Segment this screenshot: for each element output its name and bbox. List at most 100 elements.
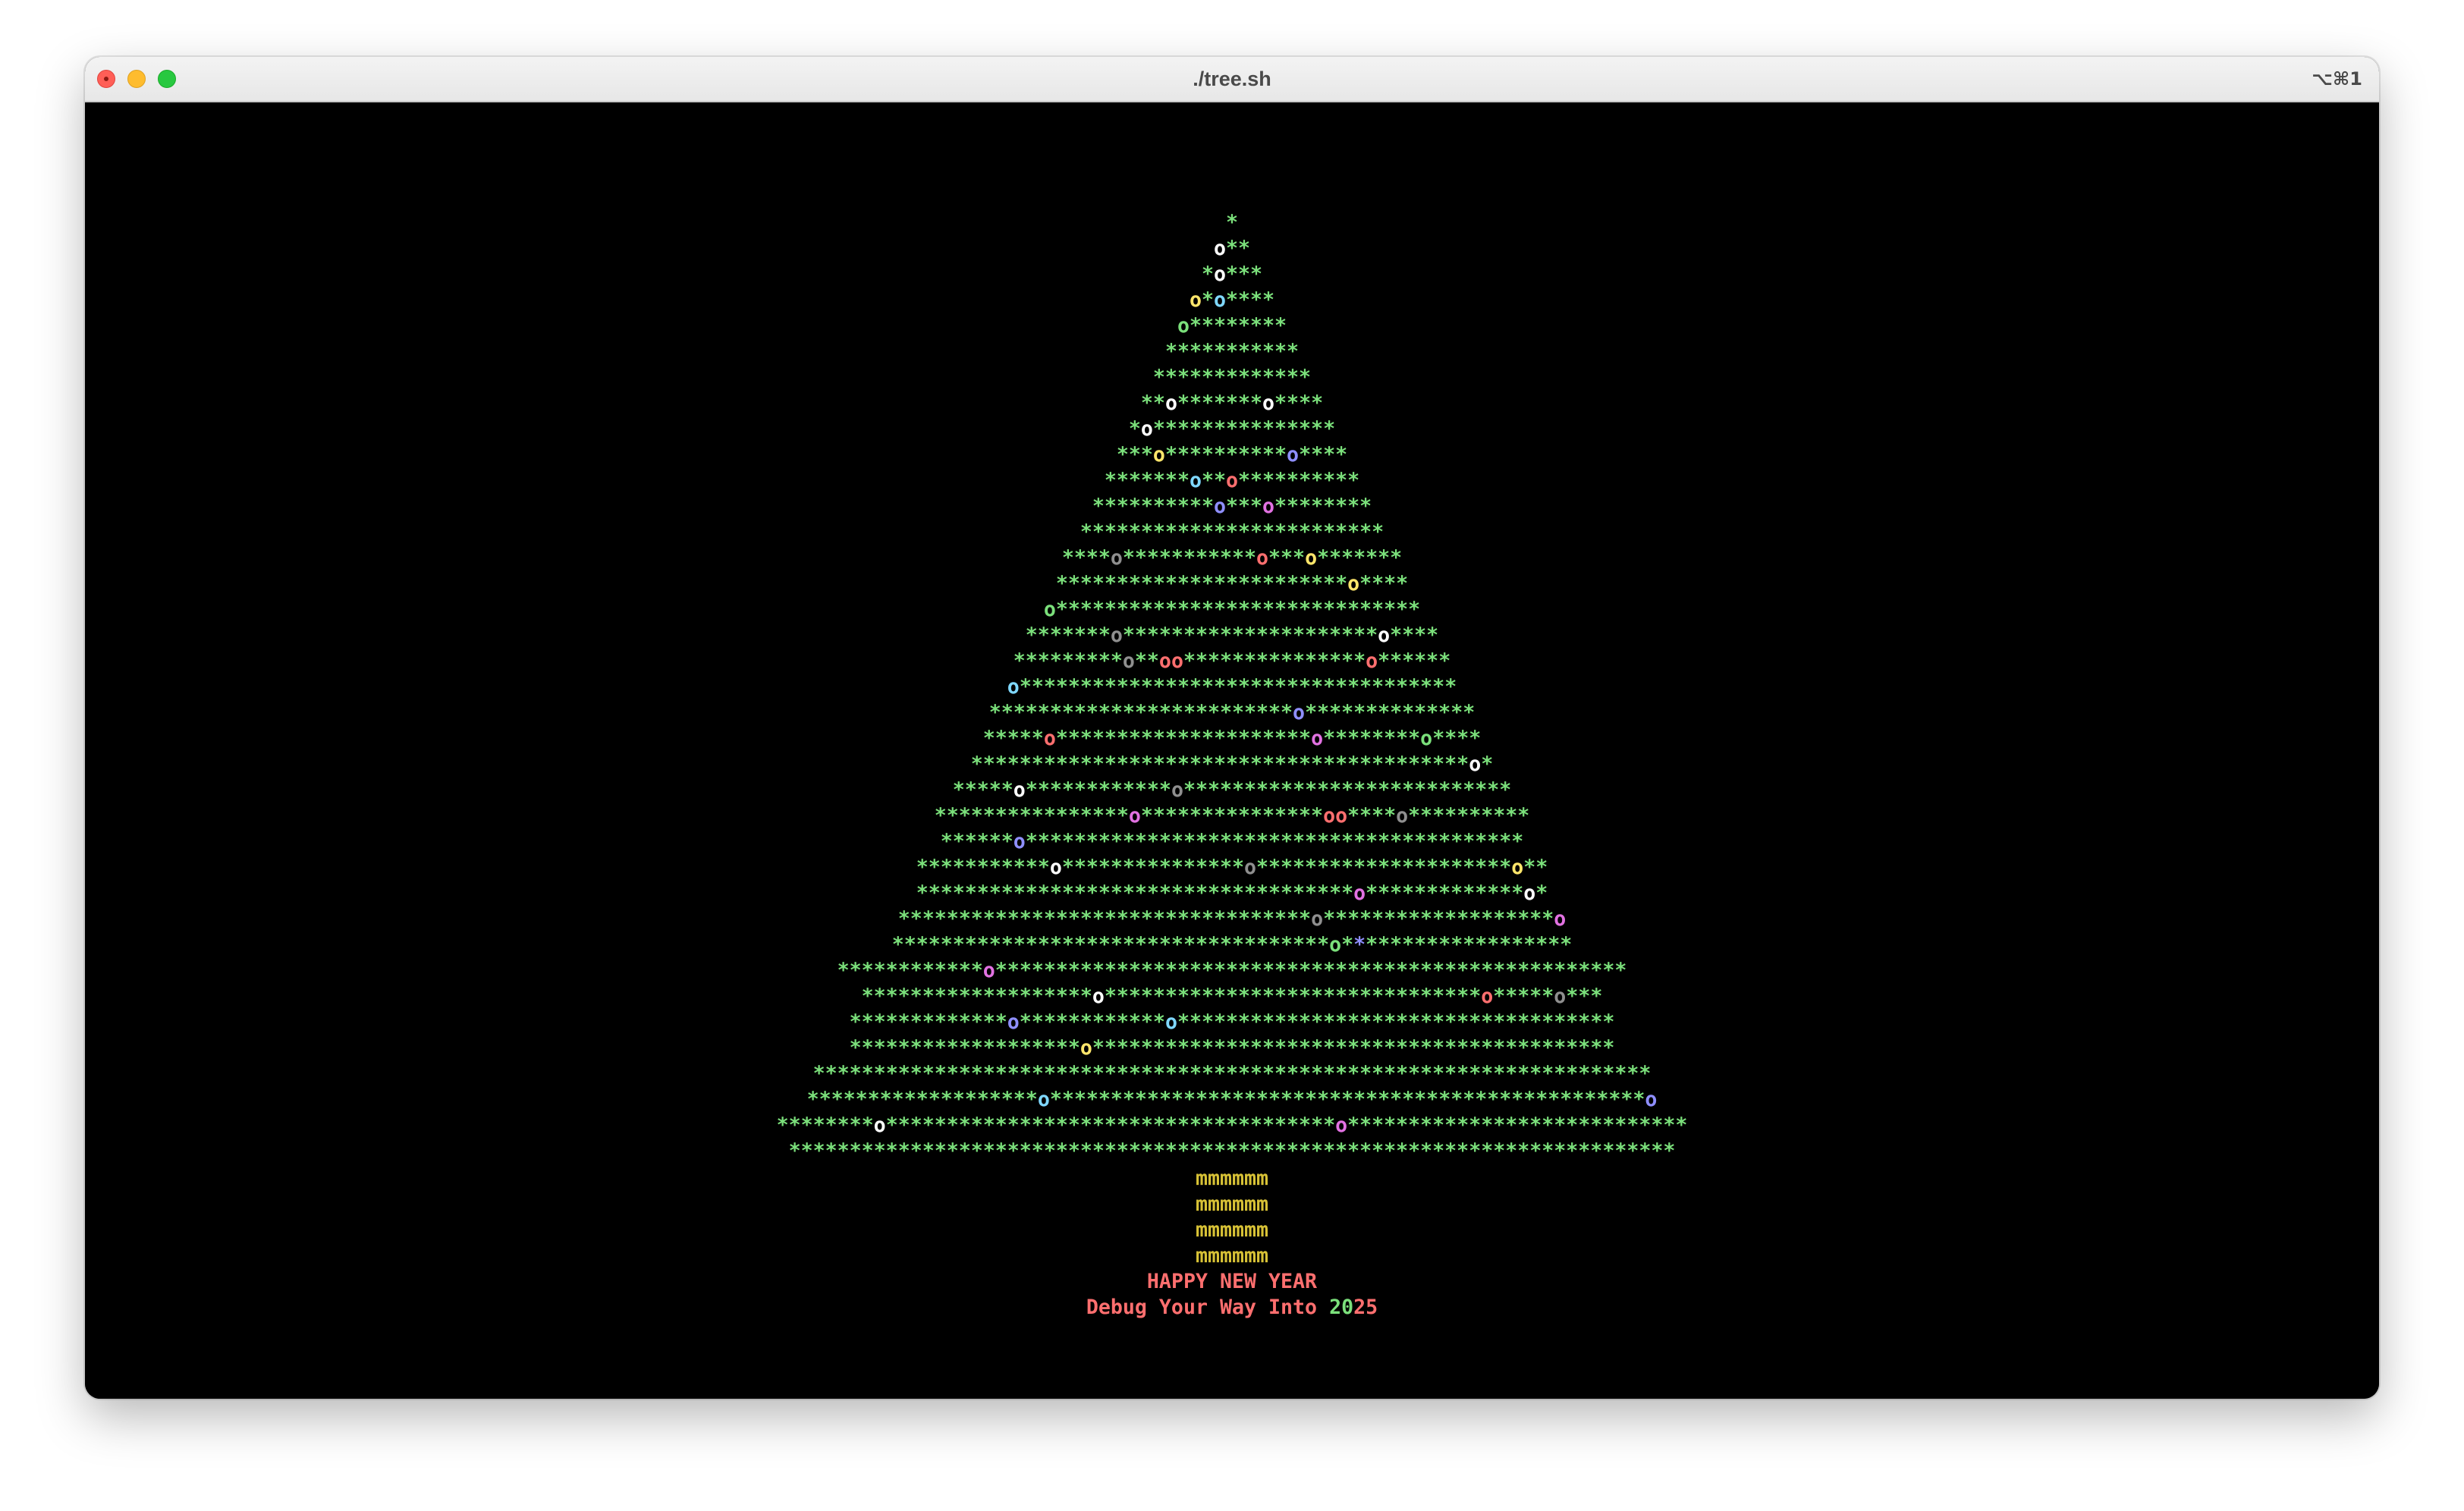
- tree-branch: ***: [1225, 262, 1263, 286]
- tree-row: *****o*********************o********o***…: [85, 726, 2379, 752]
- tree-branch: ***: [1225, 495, 1263, 518]
- tree-branch: ***: [1566, 985, 1603, 1008]
- tree-row: *: [85, 210, 2379, 236]
- tree-row: ****************************************…: [85, 1061, 2379, 1087]
- tree-row: *************************: [85, 520, 2379, 545]
- tree-branch: *******************: [849, 1036, 1080, 1060]
- tree-branch: ****: [1274, 391, 1324, 415]
- tree-ornament: o: [1511, 856, 1524, 879]
- tree-branch: **: [1134, 649, 1159, 673]
- tree-ornament: o: [1293, 701, 1306, 724]
- tree-branch: ********: [1323, 727, 1421, 750]
- tree-branch: **: [1225, 237, 1251, 260]
- tree-row: ************************************o***…: [85, 881, 2379, 906]
- tree-ornament: o: [1213, 495, 1226, 518]
- tree-branch: ********: [776, 1114, 874, 1137]
- tree-trunk-line: mmmmmm: [1195, 1218, 1269, 1242]
- tree-ornament: *: [1353, 933, 1366, 957]
- tree-row: ************************************o***…: [85, 932, 2379, 958]
- tree-ornament: o: [1347, 572, 1360, 595]
- tree-branch: ***********: [916, 856, 1050, 879]
- tree-row: ****************************************…: [85, 752, 2379, 777]
- tree-branch: ******************************: [1055, 598, 1421, 621]
- tree-row: *******************o********************…: [85, 984, 2379, 1010]
- tree-ornament: o: [1177, 314, 1190, 338]
- tree-branch: ****: [1061, 546, 1111, 570]
- tree-branch: ****************************************…: [1092, 1036, 1615, 1060]
- tree-branch: ***************: [1140, 804, 1324, 828]
- tree-ornament: o: [1122, 649, 1135, 673]
- tree-branch: *******: [1177, 391, 1263, 415]
- tree-branch: ************************************o*: [891, 933, 1354, 957]
- tree-ornament: o: [1128, 804, 1141, 828]
- tree-branch: *******************: [1323, 907, 1554, 931]
- tree-branch: **********: [1092, 495, 1214, 518]
- tree-ornament: o: [982, 959, 995, 982]
- tree-branch: **********: [1408, 804, 1530, 828]
- tree-branch: *: [1225, 211, 1238, 234]
- tree-ornament: o: [1013, 778, 1026, 802]
- happy-new-year-message: HAPPY NEW YEAR: [1146, 1270, 1318, 1293]
- tree-ornament: o: [1158, 649, 1171, 673]
- tree-ornament: o: [1323, 804, 1336, 828]
- tree-ornament: o: [1213, 262, 1226, 286]
- tree-branch: ****************************: [1347, 1114, 1688, 1137]
- tree-branch: *************************************: [885, 1114, 1336, 1137]
- tree-row: ***********: [85, 339, 2379, 365]
- tree-ornament: o: [1092, 985, 1105, 1008]
- tree-branch: *************: [1366, 881, 1524, 905]
- tree-trunk-line: mmmmmm: [1195, 1167, 1269, 1190]
- tree-branch: ******: [940, 830, 1014, 853]
- tree-row: o************************************: [85, 674, 2379, 700]
- tree-row: **********o***o********: [85, 494, 2379, 520]
- tree-branch: *******: [1104, 469, 1190, 492]
- tree-branch: *******: [1025, 624, 1111, 647]
- tree-branch: ************: [1025, 778, 1171, 802]
- tree-branch: *********: [1013, 649, 1123, 673]
- tree-ornament: o: [1481, 985, 1494, 1008]
- tree-branch: ***************: [1152, 417, 1336, 441]
- tree-branch: ***********: [1164, 340, 1300, 363]
- tree-ornament: o: [1305, 546, 1318, 570]
- tree-branch: ***: [1116, 443, 1153, 466]
- tree-branch: *: [1201, 262, 1214, 286]
- tree-branch: ************************************: [1177, 1010, 1615, 1034]
- tree-ornament: o: [1213, 237, 1226, 260]
- tree-ornament: o: [1335, 804, 1348, 828]
- tagline-year-part-2: 25: [1353, 1296, 1378, 1319]
- tree-ornament: o: [1189, 288, 1202, 312]
- tree-branch: *******: [1317, 546, 1403, 570]
- tree-ornament: o: [1213, 288, 1226, 312]
- tree-branch: ***************************: [1183, 778, 1512, 802]
- window-shortcut-label: ⌥⌘1: [2312, 68, 2362, 90]
- tree-row: ************o***************************…: [85, 958, 2379, 984]
- tree-branch: *: [1535, 881, 1548, 905]
- tree-ornament: o: [1037, 1088, 1050, 1111]
- tree-ornament: o: [1189, 469, 1202, 492]
- tree-ornament: o: [1171, 778, 1183, 802]
- tree-branch: ****: [1347, 804, 1397, 828]
- terminal-output[interactable]: mmmmmm mmmmmm mmmmmm mmmmmm HAPPY NEW YE…: [85, 102, 2379, 1399]
- tree-ornament: o: [1396, 804, 1409, 828]
- tree-branch: **: [1523, 856, 1548, 879]
- tree-branch: ************************************: [1019, 675, 1457, 699]
- tree-branch: *****: [982, 727, 1044, 750]
- tree-ornament: o: [1554, 985, 1567, 1008]
- tree-ornament: o: [1523, 881, 1536, 905]
- tree-row: **********************************o*****…: [85, 906, 2379, 932]
- tree-row: ***o**********o****: [85, 442, 2379, 468]
- tree-branch: *******************************: [1104, 985, 1482, 1008]
- tree-branch: *****************: [1366, 933, 1573, 957]
- tree-row: *************************o**************: [85, 700, 2379, 726]
- tree-branch: ****************************************…: [995, 959, 1627, 982]
- tree-ornament: o: [1287, 443, 1300, 466]
- tree-ornament: o: [1554, 907, 1567, 931]
- tree-ornament: o: [1171, 649, 1183, 673]
- tree-ornament: o: [1110, 624, 1123, 647]
- tree-branch: *************************: [1080, 520, 1384, 544]
- window-titlebar[interactable]: ./tree.sh ⌥⌘1: [85, 57, 2379, 102]
- tree-ornament: o: [1256, 546, 1269, 570]
- tree-row: *******************o********************…: [85, 1035, 2379, 1061]
- tree-trunk-line: mmmmmm: [1195, 1192, 1269, 1216]
- tree-ornament: o: [1007, 1010, 1020, 1034]
